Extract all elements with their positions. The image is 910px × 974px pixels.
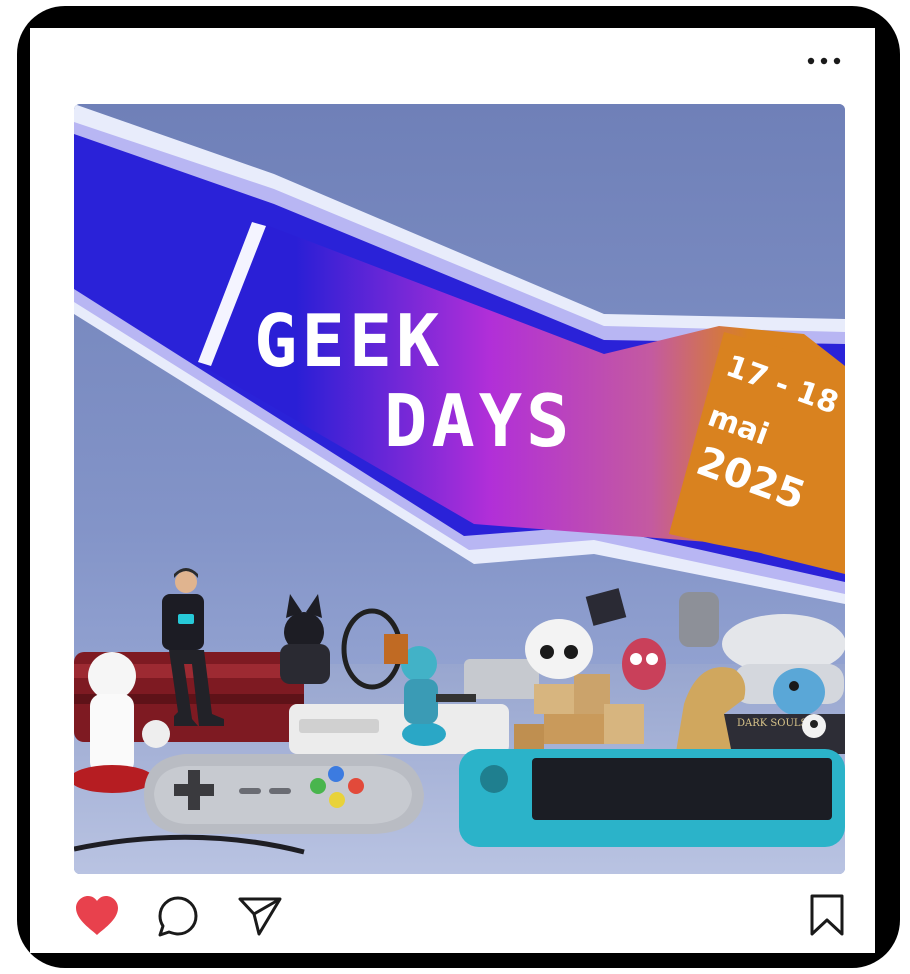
mario-amiibo-head: [88, 652, 136, 700]
more-dots-icon: [807, 57, 841, 65]
mario-amiibo-body: [90, 694, 134, 774]
heart-icon[interactable]: [74, 895, 120, 937]
post-image[interactable]: GEEK DAYS 17 - 18 mai 2025 DARK SOULS II…: [74, 104, 845, 874]
title-line1: GEEK: [254, 299, 443, 383]
more-options-button[interactable]: [802, 48, 846, 74]
geek-days-poster: GEEK DAYS 17 - 18 mai 2025 DARK SOULS II…: [74, 104, 845, 874]
bookmark-icon[interactable]: [807, 893, 847, 937]
paper-plane-icon[interactable]: [237, 895, 283, 937]
title-line2: DAYS: [384, 379, 573, 463]
boy-figure-head: [175, 571, 197, 593]
comment-icon[interactable]: [155, 894, 201, 940]
